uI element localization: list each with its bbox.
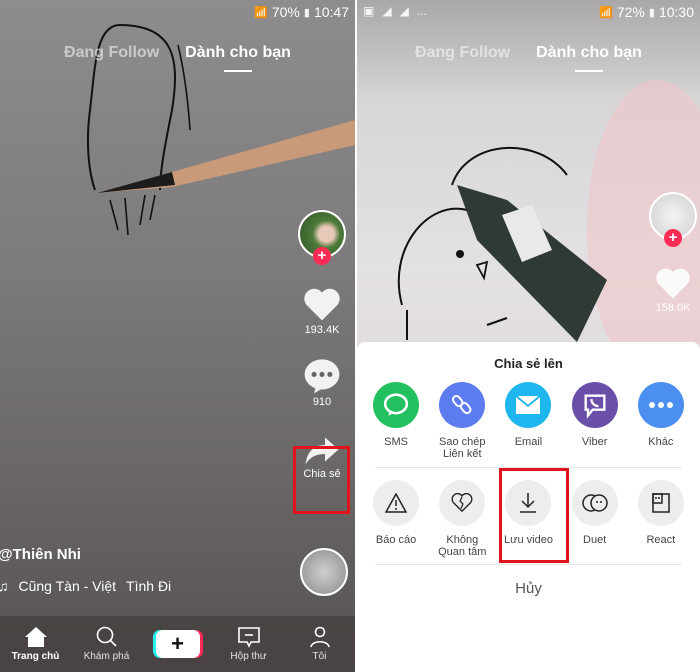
music-title: Cũng Tàn - Việt (18, 578, 117, 594)
feed-tabs: Đang Follow Dành cho bạn (357, 44, 700, 62)
music-disc-avatar[interactable] (300, 548, 348, 596)
share-more[interactable]: Khác (629, 382, 693, 460)
wifi-icon: 📶 (599, 6, 613, 19)
more-notifications: ... (416, 4, 427, 18)
music-info[interactable]: ♫ Cũng Tàn - Việt Tình Đi (0, 578, 171, 594)
save-video-highlight-box (499, 468, 569, 563)
clock: 10:30 (658, 4, 694, 20)
tab-following[interactable]: Đang Follow (415, 44, 510, 62)
heart-icon (304, 288, 340, 321)
sheet-divider (375, 564, 682, 565)
react-icon (637, 480, 684, 526)
creator-avatar[interactable]: + (649, 192, 697, 247)
create-icon: + (155, 630, 200, 658)
nav-discover[interactable]: Khám phá (77, 626, 137, 662)
share-highlight-box (293, 446, 350, 514)
like-button[interactable]: 193.4K (302, 286, 342, 336)
nav-profile[interactable]: Tôi (290, 626, 350, 662)
follow-plus-icon[interactable]: + (664, 229, 682, 247)
battery-icon: ▮ (648, 6, 655, 19)
music-note-icon: ♫ (0, 578, 9, 594)
share-options-row: SMS Sao chép Liên kết Email Viber Khác (357, 382, 700, 460)
tab-for-you[interactable]: Dành cho bạn (536, 44, 642, 62)
side-actions: + 158.0K (649, 192, 697, 314)
share-sheet-title: Chia sẻ lên (494, 356, 563, 371)
more-icon (637, 382, 684, 428)
cancel-button[interactable]: Hủy (357, 580, 700, 597)
share-copy-link[interactable]: Sao chép Liên kết (430, 382, 494, 460)
action-duet[interactable]: Duet (563, 480, 627, 558)
app-notification-icon: ◢ (382, 4, 392, 18)
share-viber[interactable]: Viber (563, 382, 627, 460)
app-notification-icon: ◢ (399, 4, 409, 18)
creator-avatar[interactable]: + (298, 210, 346, 265)
comment-button[interactable]: 910 (303, 358, 341, 408)
gallery-notification-icon: ▣ (363, 4, 375, 18)
action-report[interactable]: Báo cáo (364, 480, 428, 558)
link-icon (439, 382, 486, 428)
author-username[interactable]: @Thiên Nhi (0, 546, 81, 563)
share-sheet: Chia sẻ lên SMS Sao chépLiên kết Email (357, 342, 700, 672)
status-bar: 📶 72% ▮ 10:30 (599, 4, 694, 20)
action-react[interactable]: React (629, 480, 693, 558)
nav-create[interactable]: + (148, 630, 208, 658)
like-count: 158.0K (655, 302, 691, 314)
tab-following[interactable]: Đang Follow (64, 44, 159, 62)
share-email[interactable]: Email (496, 382, 560, 460)
broken-heart-icon (439, 480, 486, 526)
search-icon (96, 626, 117, 647)
battery-level: 72% (616, 4, 645, 20)
battery-level: 70% (271, 4, 300, 20)
home-icon (24, 627, 47, 647)
heart-icon (656, 268, 690, 299)
duet-icon (571, 480, 618, 526)
music-extra: Tình Đi (126, 578, 172, 594)
nav-home[interactable]: Trang chủ (6, 626, 66, 662)
email-icon (505, 382, 552, 428)
wifi-icon: 📶 (254, 6, 268, 19)
notification-icons: ▣ ◢ ◢ ... (363, 4, 427, 18)
follow-plus-icon[interactable]: + (313, 247, 331, 265)
left-screen: 📶 70% ▮ 10:47 Đang Follow Dành cho bạn +… (0, 0, 355, 672)
bottom-nav: Trang chủ Khám phá + Hộp thư Tôi (0, 616, 355, 672)
share-sms[interactable]: SMS (364, 382, 428, 460)
like-count: 193.4K (304, 324, 340, 336)
clock: 10:47 (313, 4, 349, 20)
inbox-icon (237, 627, 260, 648)
tab-for-you[interactable]: Dành cho bạn (185, 44, 291, 62)
profile-icon (309, 626, 330, 648)
comment-icon (304, 359, 340, 394)
action-not-interested[interactable]: Không Quan tâm (430, 480, 494, 558)
comment-count: 910 (312, 396, 332, 408)
status-bar: 📶 70% ▮ 10:47 (254, 4, 349, 20)
nav-inbox[interactable]: Hộp thư (219, 626, 279, 662)
side-actions: + 193.4K 910 Chia sẻ (298, 210, 346, 480)
like-button[interactable]: 158.0K (654, 266, 692, 314)
warning-icon (373, 480, 420, 526)
right-screen: ▣ ◢ ◢ ... 📶 72% ▮ 10:30 Đang Follow Dành… (357, 0, 700, 672)
battery-icon: ▮ (303, 6, 310, 19)
viber-icon (571, 382, 618, 428)
feed-tabs: Đang Follow Dành cho bạn (0, 44, 355, 62)
sms-icon (373, 382, 420, 428)
